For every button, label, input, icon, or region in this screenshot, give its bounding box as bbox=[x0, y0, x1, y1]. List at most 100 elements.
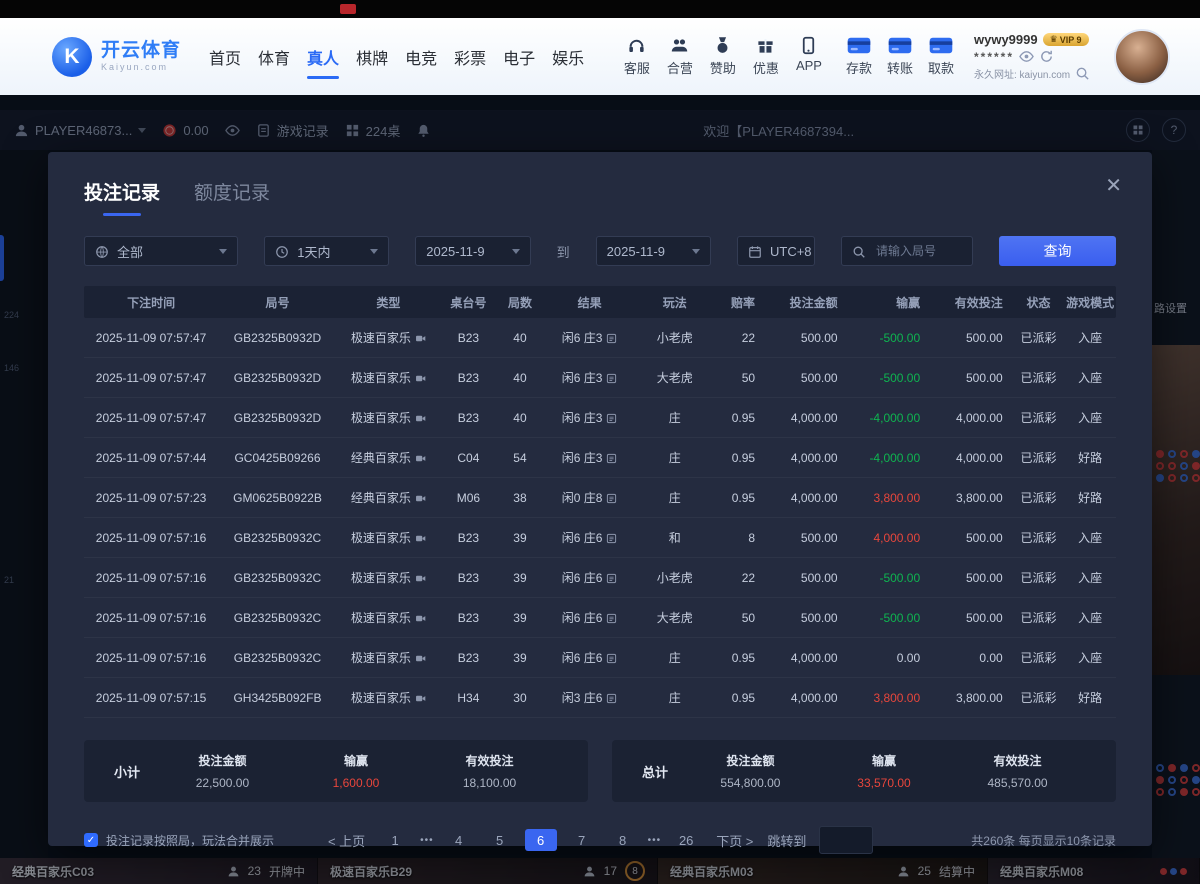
page-button-4[interactable]: 4 bbox=[443, 829, 475, 851]
nav-item-7[interactable]: 电子 bbox=[501, 41, 537, 73]
video-icon[interactable] bbox=[415, 413, 426, 424]
video-icon[interactable] bbox=[415, 573, 426, 584]
page-button-8[interactable]: 8 bbox=[607, 829, 639, 851]
site-header: K 开云体育 Kaiyun.com 首页体育真人棋牌电竞彩票电子娱乐 客服合营赞… bbox=[0, 18, 1200, 95]
video-icon[interactable] bbox=[415, 653, 426, 664]
cell-play: 庄 bbox=[636, 489, 713, 506]
cell-time: 2025-11-09 07:57:47 bbox=[84, 371, 218, 385]
page-button-7[interactable]: 7 bbox=[566, 829, 598, 851]
date-from-select[interactable]: 2025-11-9 bbox=[415, 236, 530, 266]
quick-links: 客服合营赞助优惠 APP bbox=[624, 36, 822, 77]
cell-game-type: 极速百家乐 bbox=[337, 609, 440, 626]
detail-icon[interactable] bbox=[606, 533, 617, 544]
video-icon[interactable] bbox=[415, 333, 426, 344]
video-icon[interactable] bbox=[415, 693, 426, 704]
close-icon[interactable]: ✕ bbox=[1105, 176, 1122, 196]
logo-icon: K bbox=[52, 37, 92, 77]
detail-icon[interactable] bbox=[606, 453, 617, 464]
page-button-5[interactable]: 5 bbox=[484, 829, 516, 851]
quicklink-headset[interactable]: 客服 bbox=[624, 36, 650, 77]
timezone-button[interactable]: UTC+8 bbox=[737, 236, 815, 266]
search-icon[interactable] bbox=[1075, 66, 1090, 81]
quicklink-phone[interactable]: APP bbox=[796, 36, 822, 77]
nav-item-5[interactable]: 电竞 bbox=[403, 41, 439, 73]
nav-item-8[interactable]: 娱乐 bbox=[550, 41, 586, 73]
bet-record-row: 2025-11-09 07:57:47GB2325B0932D极速百家乐B234… bbox=[84, 398, 1116, 438]
page-button-6[interactable]: 6 bbox=[525, 829, 557, 851]
detail-icon[interactable] bbox=[606, 333, 617, 344]
cell-odds: 0.95 bbox=[713, 691, 765, 705]
col-header-4: 局数 bbox=[497, 294, 543, 311]
wallet-link-1[interactable]: 存款 bbox=[846, 36, 872, 77]
cell-play: 庄 bbox=[636, 409, 713, 426]
detail-icon[interactable] bbox=[606, 573, 617, 584]
cell-table-no: B23 bbox=[440, 371, 497, 385]
cell-valid-bet: 3,800.00 bbox=[930, 491, 1013, 505]
user-avatar[interactable] bbox=[1114, 29, 1170, 85]
video-icon[interactable] bbox=[415, 533, 426, 544]
toggle-balance-eye-icon[interactable] bbox=[1019, 49, 1034, 64]
video-icon[interactable] bbox=[415, 453, 426, 464]
quicklink-promo[interactable]: 优惠 bbox=[753, 36, 779, 77]
logo-title: 开云体育 bbox=[101, 41, 181, 62]
page-button-1[interactable]: 1 bbox=[379, 829, 411, 851]
cell-game-type: 极速百家乐 bbox=[337, 369, 440, 386]
detail-icon[interactable] bbox=[606, 653, 617, 664]
next-page-button[interactable]: 下页 > bbox=[711, 829, 758, 851]
tab-bet-records[interactable]: 投注记录 bbox=[84, 178, 160, 216]
video-icon[interactable] bbox=[415, 493, 426, 504]
cell-result: 闲6 庄6 bbox=[543, 609, 636, 626]
cell-bet: 500.00 bbox=[765, 571, 848, 585]
refresh-balance-icon[interactable] bbox=[1039, 49, 1054, 64]
detail-icon[interactable] bbox=[606, 493, 617, 504]
col-header-3: 桌台号 bbox=[440, 294, 497, 311]
brand-logo[interactable]: K 开云体育 Kaiyun.com bbox=[52, 37, 181, 77]
nav-item-6[interactable]: 彩票 bbox=[452, 41, 488, 73]
detail-icon[interactable] bbox=[606, 413, 617, 424]
filter-bar: 全部 1天内 2025-11-9 到 2025-11-9 UTC+8 bbox=[84, 236, 1116, 266]
cell-play: 大老虎 bbox=[636, 369, 713, 386]
merge-records-checkbox[interactable]: ✓ 投注记录按照局，玩法合并展示 bbox=[84, 832, 274, 849]
nav-item-2[interactable]: 体育 bbox=[256, 41, 292, 73]
prev-page-button[interactable]: < 上页 bbox=[323, 829, 370, 851]
permanent-url: 永久网址: kaiyun.com bbox=[974, 66, 1070, 81]
cell-odds: 0.95 bbox=[713, 411, 765, 425]
jump-page-input[interactable] bbox=[819, 826, 873, 854]
detail-icon[interactable] bbox=[606, 693, 617, 704]
modal-footer: ✓ 投注记录按照局，玩法合并展示 < 上页1•••45678•••26下页 >跳… bbox=[84, 826, 1116, 854]
date-to-select[interactable]: 2025-11-9 bbox=[596, 236, 711, 266]
masked-balance: ****** bbox=[974, 50, 1014, 64]
tab-quota-records[interactable]: 额度记录 bbox=[194, 178, 270, 216]
bet-record-row: 2025-11-09 07:57:16GB2325B0932C极速百家乐B233… bbox=[84, 518, 1116, 558]
page-button-26[interactable]: 26 bbox=[670, 829, 702, 851]
search-icon bbox=[852, 245, 866, 259]
cell-win-loss: 0.00 bbox=[848, 651, 931, 665]
cell-time: 2025-11-09 07:57:16 bbox=[84, 571, 218, 585]
cell-time: 2025-11-09 07:57:15 bbox=[84, 691, 218, 705]
video-icon[interactable] bbox=[415, 373, 426, 384]
nav-item-4[interactable]: 棋牌 bbox=[354, 41, 390, 73]
video-icon[interactable] bbox=[415, 613, 426, 624]
screen: K 开云体育 Kaiyun.com 首页体育真人棋牌电竞彩票电子娱乐 客服合营赞… bbox=[0, 0, 1200, 884]
quicklink-label: 优惠 bbox=[753, 58, 779, 77]
category-select[interactable]: 全部 bbox=[84, 236, 238, 266]
col-header-9: 输赢 bbox=[848, 294, 931, 311]
quicklink-partner[interactable]: 合营 bbox=[667, 36, 693, 77]
promo-icon bbox=[756, 36, 775, 55]
round-search-box[interactable] bbox=[841, 236, 973, 266]
bet-record-row: 2025-11-09 07:57:44GC0425B09266经典百家乐C045… bbox=[84, 438, 1116, 478]
cell-round-id: GB2325B0932C bbox=[218, 571, 337, 585]
total-bet: 554,800.00 bbox=[720, 776, 780, 790]
cell-result: 闲6 庄3 bbox=[543, 369, 636, 386]
nav-item-1[interactable]: 首页 bbox=[207, 41, 243, 73]
date-range-select[interactable]: 1天内 bbox=[264, 236, 389, 266]
detail-icon[interactable] bbox=[606, 613, 617, 624]
round-search-input[interactable] bbox=[874, 243, 964, 259]
nav-item-3[interactable]: 真人 bbox=[305, 41, 341, 73]
quicklink-sponsor[interactable]: 赞助 bbox=[710, 36, 736, 77]
wallet-link-2[interactable]: 转账 bbox=[887, 36, 913, 77]
wallet-link-3[interactable]: 取款 bbox=[928, 36, 954, 77]
cell-mode: 入座 bbox=[1064, 569, 1116, 586]
detail-icon[interactable] bbox=[606, 373, 617, 384]
query-button[interactable]: 查询 bbox=[999, 236, 1116, 266]
